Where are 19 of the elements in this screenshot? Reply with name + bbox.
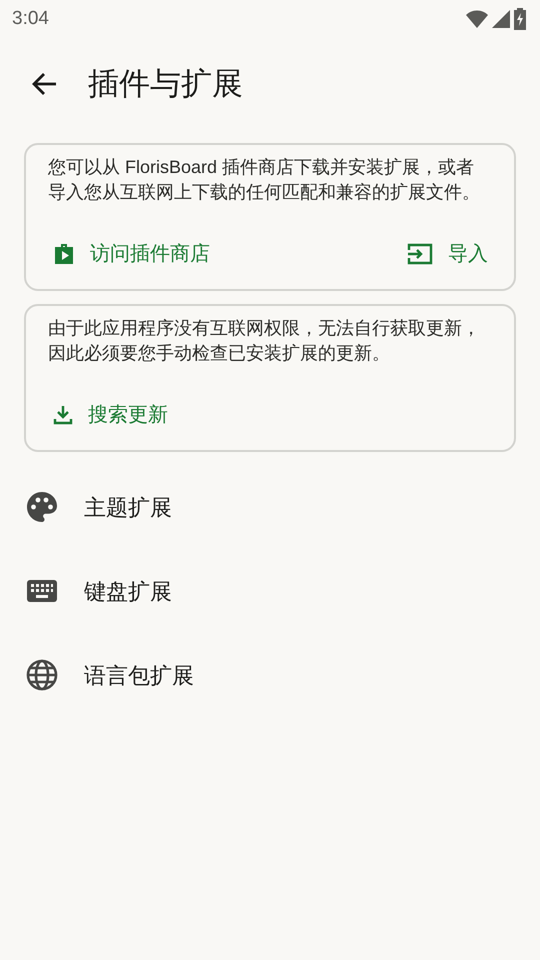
wifi-icon bbox=[466, 10, 488, 28]
download-button[interactable]: 搜索更新 bbox=[48, 392, 172, 438]
list-item[interactable]: 主题扩展 bbox=[0, 465, 540, 549]
list-item[interactable]: 键盘扩展 bbox=[0, 549, 540, 633]
page-title: 插件与扩展 bbox=[88, 64, 243, 103]
battery-icon bbox=[514, 8, 526, 30]
list-item[interactable]: 语言包扩展 bbox=[0, 633, 540, 717]
status-time: 3:04 bbox=[12, 6, 49, 31]
palette-icon bbox=[26, 491, 58, 523]
signal-icon bbox=[492, 10, 510, 28]
store-bag-icon bbox=[52, 242, 76, 266]
store-button[interactable]: 访问插件商店 bbox=[48, 231, 214, 277]
globe-icon bbox=[26, 659, 58, 691]
card-text: 由于此应用程序没有互联网权限，无法自行获取更新，因此必须要您手动检查已安装扩展的更新。 bbox=[48, 317, 481, 365]
download-icon bbox=[52, 404, 74, 426]
card-text: 您可以从 FlorisBoard 插件商店下载并安装扩展，或者导入您从互联网上下载的任何匹配和兼容的扩展文件。 bbox=[48, 156, 481, 204]
keyboard-icon bbox=[26, 579, 58, 603]
import-icon bbox=[406, 242, 434, 266]
import-button[interactable]: 导入 bbox=[402, 231, 492, 277]
